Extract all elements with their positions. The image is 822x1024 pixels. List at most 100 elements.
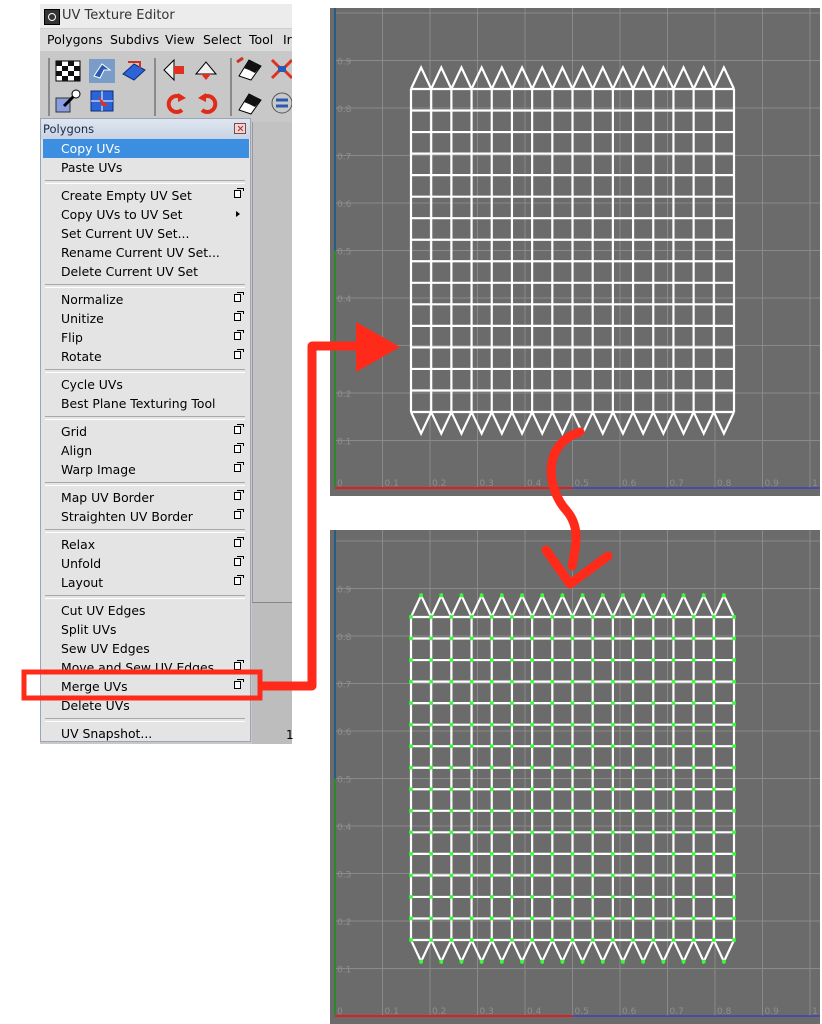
option-box-icon[interactable] xyxy=(234,490,244,500)
uv-point[interactable] xyxy=(590,722,595,727)
uv-point[interactable] xyxy=(479,593,484,598)
uv-point[interactable] xyxy=(651,701,656,705)
uv-point[interactable] xyxy=(590,765,595,770)
uv-point[interactable] xyxy=(409,722,413,727)
uv-point[interactable] xyxy=(712,916,716,921)
uv-point[interactable] xyxy=(712,765,716,770)
uv-point[interactable] xyxy=(701,959,706,964)
menu-subdivs[interactable]: Subdivs xyxy=(110,32,159,47)
uv-point[interactable] xyxy=(409,787,413,792)
uv-point[interactable] xyxy=(732,744,736,748)
uv-point[interactable] xyxy=(479,959,484,964)
option-box-icon[interactable] xyxy=(234,443,244,453)
uv-point[interactable] xyxy=(530,938,534,942)
uv-point[interactable] xyxy=(449,636,454,641)
option-box-icon[interactable] xyxy=(234,462,244,472)
option-box-icon[interactable] xyxy=(234,330,244,340)
uv-point[interactable] xyxy=(419,593,423,598)
uv-point[interactable] xyxy=(651,852,656,856)
uv-point[interactable] xyxy=(691,873,696,878)
uv-point[interactable] xyxy=(732,830,736,835)
uv-point[interactable] xyxy=(530,895,534,899)
uv-viewport-lower[interactable] xyxy=(252,602,292,744)
uv-point[interactable] xyxy=(429,679,433,684)
uv-point[interactable] xyxy=(671,765,676,770)
uv-point[interactable] xyxy=(651,830,656,835)
uv-point[interactable] xyxy=(409,636,413,641)
uv-point[interactable] xyxy=(520,959,524,964)
uv-point[interactable] xyxy=(489,636,494,641)
uv-point[interactable] xyxy=(590,615,595,619)
uv-point[interactable] xyxy=(590,658,595,662)
uv-point[interactable] xyxy=(621,593,625,598)
option-box-icon[interactable] xyxy=(234,349,244,359)
menu-item-map-uv-border[interactable]: Map UV Border xyxy=(43,488,249,507)
uv-point[interactable] xyxy=(732,765,736,770)
uv-point[interactable] xyxy=(489,615,494,619)
uv-point[interactable] xyxy=(651,615,656,619)
uv-point[interactable] xyxy=(449,722,454,727)
uv-point[interactable] xyxy=(449,852,454,856)
uv-point[interactable] xyxy=(732,852,736,856)
menu-tearoff-header[interactable]: Polygons xyxy=(41,119,250,139)
uv-point[interactable] xyxy=(712,938,716,942)
uv-point[interactable] xyxy=(712,744,716,748)
uv-point[interactable] xyxy=(651,916,656,921)
uv-point[interactable] xyxy=(500,959,504,964)
uv-point[interactable] xyxy=(590,679,595,684)
uv-point[interactable] xyxy=(550,830,555,835)
uv-point[interactable] xyxy=(510,895,514,899)
option-box-icon[interactable] xyxy=(234,679,244,689)
uv-point[interactable] xyxy=(510,916,514,921)
uv-point[interactable] xyxy=(550,873,555,878)
uv-point[interactable] xyxy=(510,873,514,878)
uv-point[interactable] xyxy=(570,895,575,899)
uv-point[interactable] xyxy=(510,787,514,792)
uv-point[interactable] xyxy=(671,722,676,727)
menu-item-merge-uvs[interactable]: Merge UVs xyxy=(43,677,249,696)
uv-point[interactable] xyxy=(530,809,534,813)
uv-point[interactable] xyxy=(712,636,716,641)
move-up-icon[interactable] xyxy=(192,56,220,82)
uv-point[interactable] xyxy=(671,615,676,619)
uv-point[interactable] xyxy=(510,938,514,942)
uv-point[interactable] xyxy=(590,744,595,748)
uv-point[interactable] xyxy=(691,830,696,835)
uv-point[interactable] xyxy=(469,787,474,792)
uv-point[interactable] xyxy=(651,658,656,662)
uv-point[interactable] xyxy=(691,916,696,921)
uv-point[interactable] xyxy=(550,679,555,684)
uv-point[interactable] xyxy=(449,658,454,662)
uv-point[interactable] xyxy=(651,873,656,878)
uv-point[interactable] xyxy=(611,916,615,921)
uv-point[interactable] xyxy=(671,938,676,942)
uv-point[interactable] xyxy=(641,959,645,964)
uv-point[interactable] xyxy=(611,679,615,684)
uv-point[interactable] xyxy=(570,679,575,684)
uv-point[interactable] xyxy=(651,744,656,748)
uv-point[interactable] xyxy=(500,593,504,598)
uv-point[interactable] xyxy=(510,722,514,727)
uv-point[interactable] xyxy=(671,658,676,662)
menu-item-move-and-sew-uv-edges[interactable]: Move and Sew UV Edges xyxy=(43,658,249,677)
uv-point[interactable] xyxy=(550,916,555,921)
uv-point[interactable] xyxy=(570,809,575,813)
uv-point[interactable] xyxy=(661,959,666,964)
uv-point[interactable] xyxy=(570,722,575,727)
uv-point[interactable] xyxy=(671,744,676,748)
menu-select[interactable]: Select xyxy=(203,32,242,47)
uv-point[interactable] xyxy=(600,959,605,964)
menu-item-create-empty-uv-set[interactable]: Create Empty UV Set xyxy=(43,186,249,205)
uv-point[interactable] xyxy=(631,830,635,835)
uv-point[interactable] xyxy=(631,873,635,878)
uv-point[interactable] xyxy=(550,895,555,899)
uv-point[interactable] xyxy=(701,593,706,598)
uv-point[interactable] xyxy=(712,701,716,705)
uv-point[interactable] xyxy=(611,895,615,899)
menu-item-rename-current-uv-set[interactable]: Rename Current UV Set... xyxy=(43,243,249,262)
uv-point[interactable] xyxy=(611,809,615,813)
uv-point[interactable] xyxy=(712,787,716,792)
uv-point[interactable] xyxy=(409,809,413,813)
uv-point[interactable] xyxy=(570,636,575,641)
option-box-icon[interactable] xyxy=(234,292,244,302)
